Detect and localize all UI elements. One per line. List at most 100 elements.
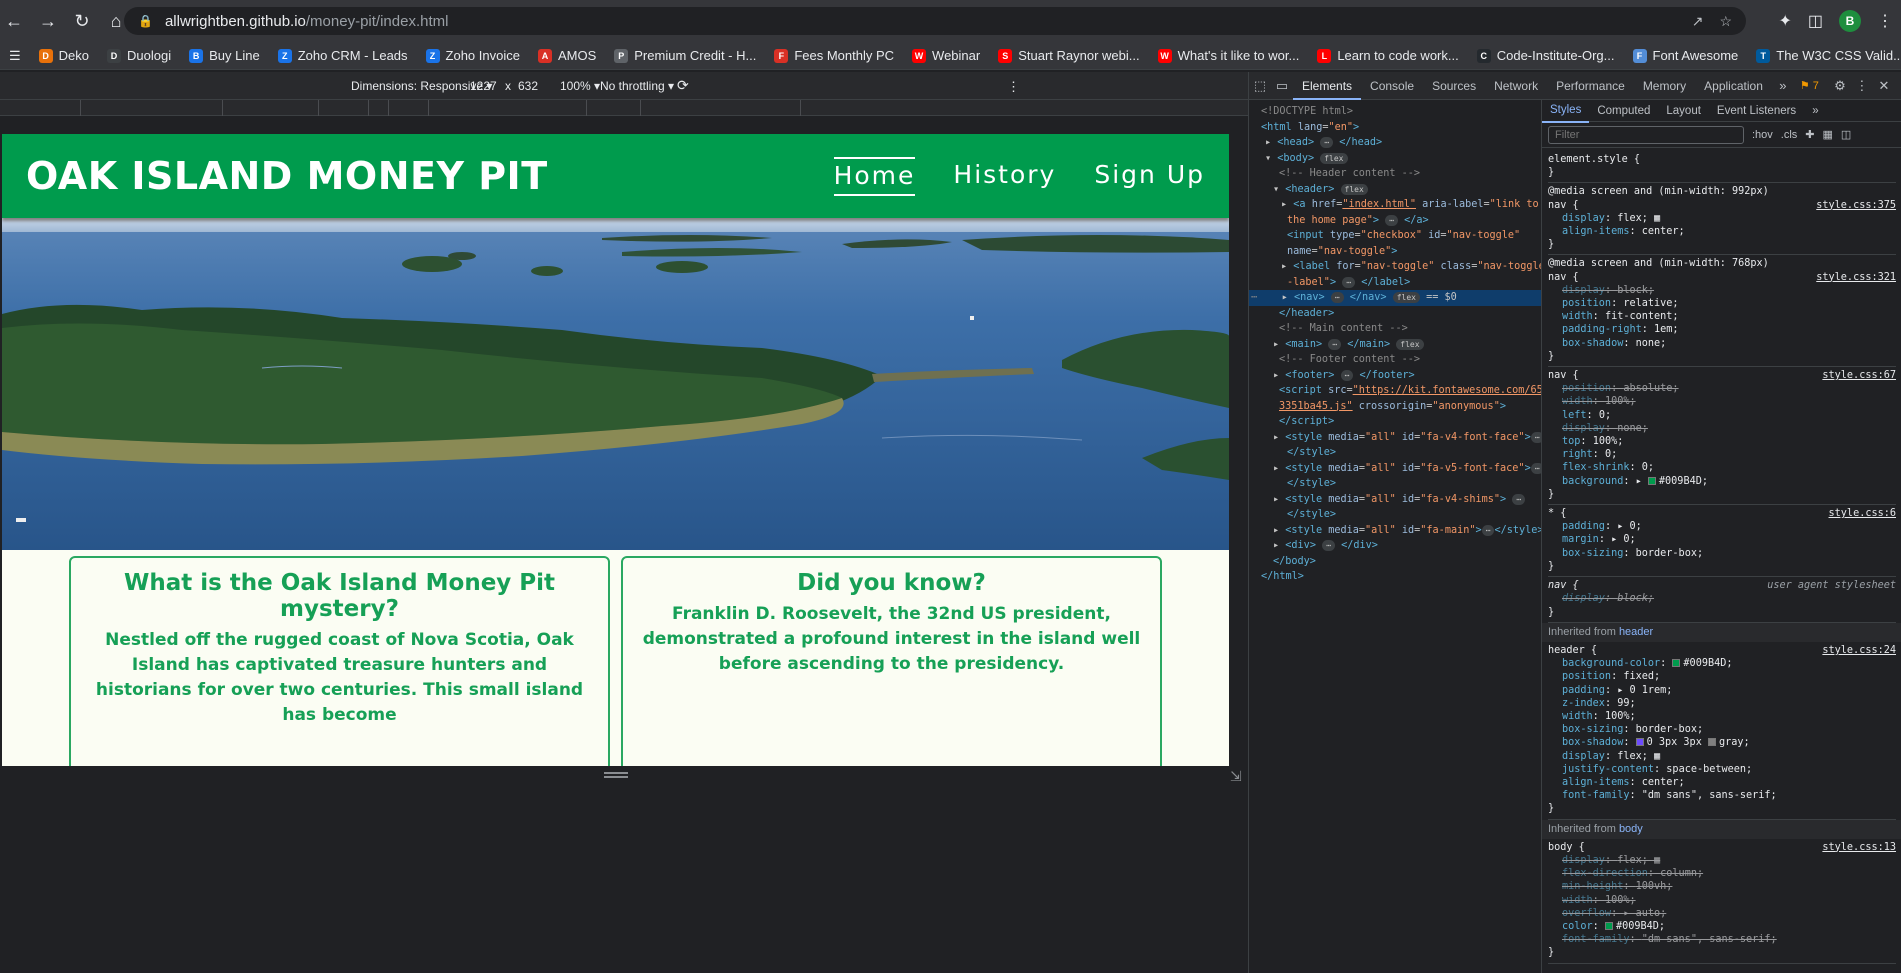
css-rule[interactable]: element.style { }	[1548, 151, 1896, 184]
extensions-icon[interactable]: ✦	[1778, 11, 1791, 31]
hov-toggle[interactable]: :hov	[1752, 129, 1773, 141]
dom-node: 3351ba45.js" crossorigin="anonymous">	[1279, 400, 1506, 412]
dom-node[interactable]: <script src="https://kit.fontawesome.com…	[1249, 383, 1541, 399]
bookmark-item[interactable]: A AMOS	[529, 48, 605, 63]
dom-node[interactable]: ▾ <header> flex	[1249, 182, 1541, 198]
bookmark-item[interactable]: B Buy Line	[180, 48, 269, 63]
cls-toggle[interactable]: .cls	[1781, 129, 1798, 141]
dom-node[interactable]: ▸ <div> ⋯ </div>	[1249, 538, 1541, 554]
dom-node[interactable]: </header>	[1249, 306, 1541, 322]
zoom-select[interactable]: 100% ▾	[560, 79, 600, 93]
bookmark-item[interactable]: T The W3C CSS Valid...	[1747, 48, 1901, 63]
dom-node[interactable]: <html lang="en">	[1249, 120, 1541, 136]
dom-node[interactable]: <!-- Header content -->	[1249, 166, 1541, 182]
side-panel-icon[interactable]: ◫	[1808, 11, 1823, 31]
tab-performance[interactable]: Performance	[1547, 72, 1634, 100]
tab-sources[interactable]: Sources	[1423, 72, 1485, 100]
close-icon[interactable]: ✕	[1873, 78, 1895, 94]
forward-icon[interactable]: →	[34, 7, 62, 35]
settings-gear-icon[interactable]: ⚙	[1829, 78, 1851, 94]
menu-kebab-icon[interactable]: ⋮	[1877, 11, 1893, 31]
css-rule[interactable]: * {style.css:6 padding: ▸ 0; margin: ▸ 0…	[1548, 505, 1896, 578]
tab-memory[interactable]: Memory	[1634, 72, 1695, 100]
devtools-menu-icon[interactable]: ⋮	[1851, 78, 1873, 94]
device-more-icon[interactable]: ⋮	[1007, 79, 1020, 95]
reload-icon[interactable]: ↻	[68, 7, 96, 35]
dom-node[interactable]: <!-- Footer content -->	[1249, 352, 1541, 368]
nav-signup[interactable]: Sign Up	[1094, 160, 1205, 193]
viewport-height-resize-handle[interactable]	[604, 772, 628, 778]
avatar[interactable]: B	[1839, 10, 1861, 32]
more-subtabs-icon[interactable]: »	[1804, 100, 1826, 122]
bookmark-favicon-icon: W	[1157, 48, 1172, 63]
css-rule[interactable]: body {style.css:13 display: flex; ▦ flex…	[1548, 839, 1896, 964]
apps-grid-icon[interactable]: ☰	[0, 48, 30, 64]
site-title-link[interactable]: OAK ISLAND MONEY PIT	[26, 154, 548, 198]
css-rule[interactable]: nav {user agent stylesheet display: bloc…	[1548, 577, 1896, 623]
bookmark-star-icon[interactable]: ☆	[1719, 13, 1732, 30]
dom-node[interactable]: <input type="checkbox" id="nav-toggle"	[1249, 228, 1541, 244]
dom-node[interactable]: </body>	[1249, 554, 1541, 570]
sidebar-toggle-icon[interactable]: ◫	[1841, 128, 1851, 141]
viewport-corner-resize-handle[interactable]: ⇲	[1230, 768, 1244, 784]
bookmark-item[interactable]: C Code-Institute-Org...	[1468, 48, 1624, 63]
dom-node[interactable]: ▸ <footer> ⋯ </footer>	[1249, 368, 1541, 384]
dom-node[interactable]: ▸ <style media="all" id="fa-main"> ⋯ </sty…	[1249, 523, 1541, 539]
dom-node[interactable]: ▸ <a href="index.html" aria-label="link …	[1249, 197, 1541, 213]
inherited-from-header: Inherited from header	[1542, 622, 1901, 642]
bookmark-item[interactable]: W Webinar	[903, 48, 989, 63]
nav-history[interactable]: History	[953, 160, 1056, 193]
bookmark-item[interactable]: D Deko	[30, 48, 98, 63]
dom-node[interactable]: <!-- Main content -->	[1249, 321, 1541, 337]
address-bar[interactable]: 🔒 allwrightben.github.io /money-pit/inde…	[124, 7, 1746, 35]
tab-elements[interactable]: Elements	[1293, 72, 1362, 100]
bookmark-item[interactable]: F Font Awesome	[1624, 48, 1748, 63]
dom-node-selected[interactable]: ⋯ ▸ <nav> ⋯ </nav> flex == $0	[1249, 290, 1541, 306]
css-rule[interactable]: header {style.css:24 background-color: #…	[1548, 642, 1896, 820]
dom-node[interactable]: ▸ <main> ⋯ </main> flex	[1249, 337, 1541, 353]
css-rule[interactable]: @media screen and (min-width: 992px) nav…	[1548, 183, 1896, 256]
dom-node[interactable]: ▸ <style media="all" id="fa-v4-font-face…	[1249, 430, 1541, 446]
dom-node[interactable]: ▸ <label for="nav-toggle" class="nav-tog…	[1249, 259, 1541, 275]
css-rule[interactable]: @media screen and (min-width: 768px) nav…	[1548, 255, 1896, 368]
nav-home[interactable]: Home	[833, 156, 916, 196]
tab-layout[interactable]: Layout	[1658, 100, 1709, 122]
dom-node: </style>	[1287, 509, 1337, 520]
tab-event-listeners[interactable]: Event Listeners	[1709, 100, 1804, 122]
bookmark-item[interactable]: L Learn to code work...	[1308, 48, 1467, 63]
dom-node[interactable]: </html>	[1249, 569, 1541, 585]
dom-node[interactable]: ▸ <style media="all" id="fa-v5-font-face…	[1249, 461, 1541, 477]
share-icon[interactable]: ↗	[1692, 13, 1704, 30]
bookmark-item[interactable]: D Duologi	[98, 48, 180, 63]
dom-node[interactable]: ▸ <head> ⋯ </head>	[1249, 135, 1541, 151]
tab-computed[interactable]: Computed	[1589, 100, 1658, 122]
dom-node[interactable]: <!DOCTYPE html>	[1249, 104, 1541, 120]
issues-badge[interactable]: ⚑ 7	[1800, 79, 1819, 92]
tab-application[interactable]: Application	[1695, 72, 1772, 100]
tab-styles[interactable]: Styles	[1542, 100, 1590, 123]
bookmark-item[interactable]: Z Zoho CRM - Leads	[269, 48, 417, 63]
height-input[interactable]: 632	[518, 79, 538, 93]
did-you-know-text: Franklin D. Roosevelt, the 32nd US presi…	[642, 604, 1141, 674]
bookmark-label: What's it like to wor...	[1177, 48, 1300, 63]
dom-node[interactable]: ▾ <body> flex	[1249, 151, 1541, 167]
css-rule[interactable]: nav {style.css:67 position: absolute; wi…	[1548, 367, 1896, 506]
rotate-icon[interactable]: ⟳	[677, 77, 689, 94]
bookmark-item[interactable]: F Fees Monthly PC	[765, 48, 903, 63]
bookmark-item[interactable]: W What's it like to wor...	[1149, 48, 1309, 63]
throttling-select[interactable]: No throttling ▾	[600, 79, 674, 93]
bookmark-item[interactable]: Z Zoho Invoice	[417, 48, 529, 63]
styles-filter-input[interactable]	[1548, 125, 1744, 144]
more-tabs-icon[interactable]: »	[1772, 78, 1794, 93]
dom-node[interactable]: ▸ <style media="all" id="fa-v4-shims"> ⋯	[1249, 492, 1541, 508]
back-icon[interactable]: ←	[0, 7, 28, 35]
new-rule-icon[interactable]: ✚	[1805, 128, 1814, 141]
tab-network[interactable]: Network	[1485, 72, 1547, 100]
bookmark-item[interactable]: S Stuart Raynor webi...	[989, 48, 1148, 63]
bookmark-item[interactable]: P Premium Credit - H...	[605, 48, 765, 63]
computed-styles-icon[interactable]: ▦	[1823, 128, 1833, 141]
tab-console[interactable]: Console	[1361, 72, 1423, 100]
inspect-element-icon[interactable]: ⬚	[1249, 78, 1271, 94]
width-input[interactable]: 1227	[470, 79, 497, 93]
device-toggle-icon[interactable]: ▭	[1271, 78, 1293, 94]
